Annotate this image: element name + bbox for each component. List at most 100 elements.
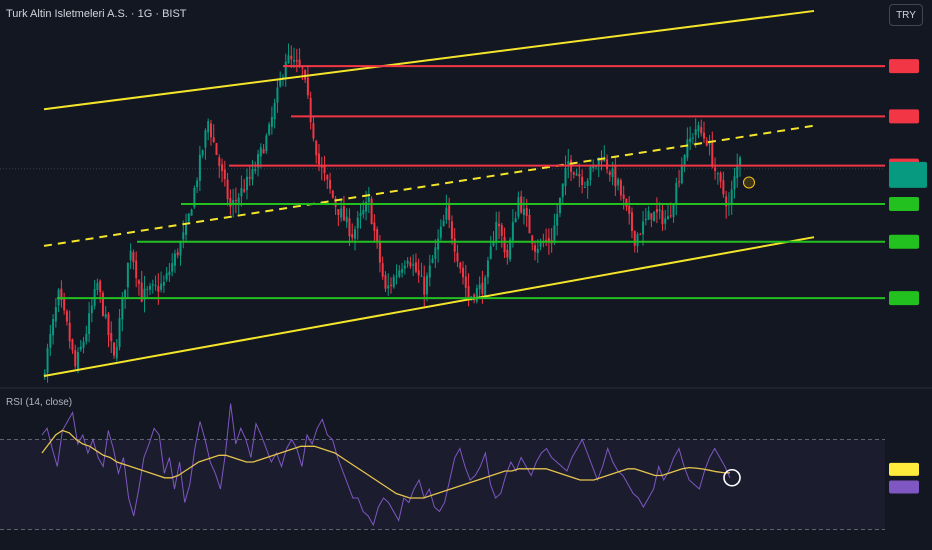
candle-body xyxy=(137,280,140,284)
candle-body xyxy=(204,130,207,148)
rsi-background-band xyxy=(0,439,885,530)
candle-body xyxy=(439,226,442,238)
candle-body xyxy=(160,283,163,290)
candle-body xyxy=(719,172,722,182)
candle-body xyxy=(79,346,82,350)
rsi-value-bg-0 xyxy=(889,462,919,476)
candle-body xyxy=(423,276,426,295)
candle-body xyxy=(88,313,91,334)
level-label-bg-1 xyxy=(889,109,919,124)
candle-body xyxy=(173,253,176,266)
candle-body xyxy=(586,180,589,187)
candle-body xyxy=(293,59,296,62)
candle-body xyxy=(401,269,404,273)
candle-body xyxy=(390,284,392,286)
candle-body xyxy=(459,262,462,269)
candle-body xyxy=(680,165,683,184)
candle-body xyxy=(146,289,149,291)
candle-body xyxy=(700,127,703,134)
candle-body xyxy=(462,267,465,278)
candle-body xyxy=(65,311,68,322)
candle-body xyxy=(82,341,85,348)
candle-body xyxy=(489,246,492,260)
candle-body xyxy=(716,173,719,175)
candle-body xyxy=(511,222,514,241)
candle-body xyxy=(326,175,329,180)
candle-body xyxy=(63,297,66,311)
level-label-bg-0 xyxy=(889,59,919,74)
candle-body xyxy=(373,222,376,231)
candle-body xyxy=(689,138,692,142)
rsi-band xyxy=(0,439,885,530)
candle-body xyxy=(245,176,248,191)
candle-body xyxy=(74,350,77,367)
candle-body xyxy=(154,285,157,287)
candle-body xyxy=(431,259,434,263)
candle-body xyxy=(500,224,503,236)
candle-body xyxy=(630,212,633,232)
candle-body xyxy=(395,275,398,277)
candle-body xyxy=(259,147,262,157)
candle-body xyxy=(353,229,356,239)
candle-body xyxy=(298,59,301,66)
candle-body xyxy=(384,275,387,289)
candle-body xyxy=(85,333,88,342)
candle-body xyxy=(403,265,406,269)
candle-body xyxy=(478,284,481,290)
candle-body xyxy=(664,218,667,224)
candle-body xyxy=(165,273,168,280)
rsi-indicator-label[interactable]: RSI (14, close) xyxy=(6,397,72,408)
candle-body xyxy=(362,209,365,215)
candle-body xyxy=(456,252,459,262)
candle-body xyxy=(49,333,52,348)
candle-body xyxy=(331,190,334,198)
candle-body xyxy=(705,140,708,146)
candle-body xyxy=(714,167,717,171)
candle-body xyxy=(636,234,639,247)
candle-body xyxy=(209,123,212,138)
chart-canvas[interactable] xyxy=(0,0,932,550)
candle-body xyxy=(434,247,437,259)
candle-body xyxy=(669,215,672,217)
candle-body xyxy=(672,204,675,217)
candle-body xyxy=(655,208,658,213)
candle-body xyxy=(619,180,622,196)
candle-body xyxy=(301,67,304,69)
candle-body xyxy=(647,211,650,220)
candle-body xyxy=(113,342,116,356)
candle-body xyxy=(481,282,484,294)
candle-body xyxy=(392,276,395,288)
candle-body xyxy=(201,150,204,156)
candle-body xyxy=(633,230,636,246)
candle-body xyxy=(708,143,711,145)
candle-body xyxy=(306,77,309,96)
currency-button[interactable]: TRY xyxy=(889,4,923,26)
candle-body xyxy=(639,234,642,236)
candle-body xyxy=(270,117,273,127)
candle-body xyxy=(589,166,592,181)
candle-body xyxy=(273,102,276,120)
candle-body xyxy=(99,280,102,293)
candle-body xyxy=(561,183,564,198)
candle-body xyxy=(77,351,80,369)
candle-body xyxy=(606,159,609,170)
candle-body xyxy=(528,214,531,234)
candle-body xyxy=(248,177,251,179)
chart-title: Turk Altin Isletmeleri A.S. · 1G · BIST xyxy=(6,8,187,20)
candle-body xyxy=(254,169,257,171)
candle-body xyxy=(240,188,243,197)
candle-body xyxy=(525,207,528,216)
candle-body xyxy=(467,285,470,298)
candle-body xyxy=(218,157,221,166)
candle-body xyxy=(124,289,127,297)
candle-body xyxy=(625,198,628,207)
candle-body xyxy=(348,218,351,237)
candle-body xyxy=(578,174,581,177)
candle-body xyxy=(553,225,556,243)
candle-body xyxy=(583,187,586,189)
candle-body xyxy=(683,155,686,165)
candle-body xyxy=(329,179,332,189)
candle-body xyxy=(367,197,370,203)
candle-body xyxy=(126,262,129,288)
candle-body xyxy=(351,234,354,238)
